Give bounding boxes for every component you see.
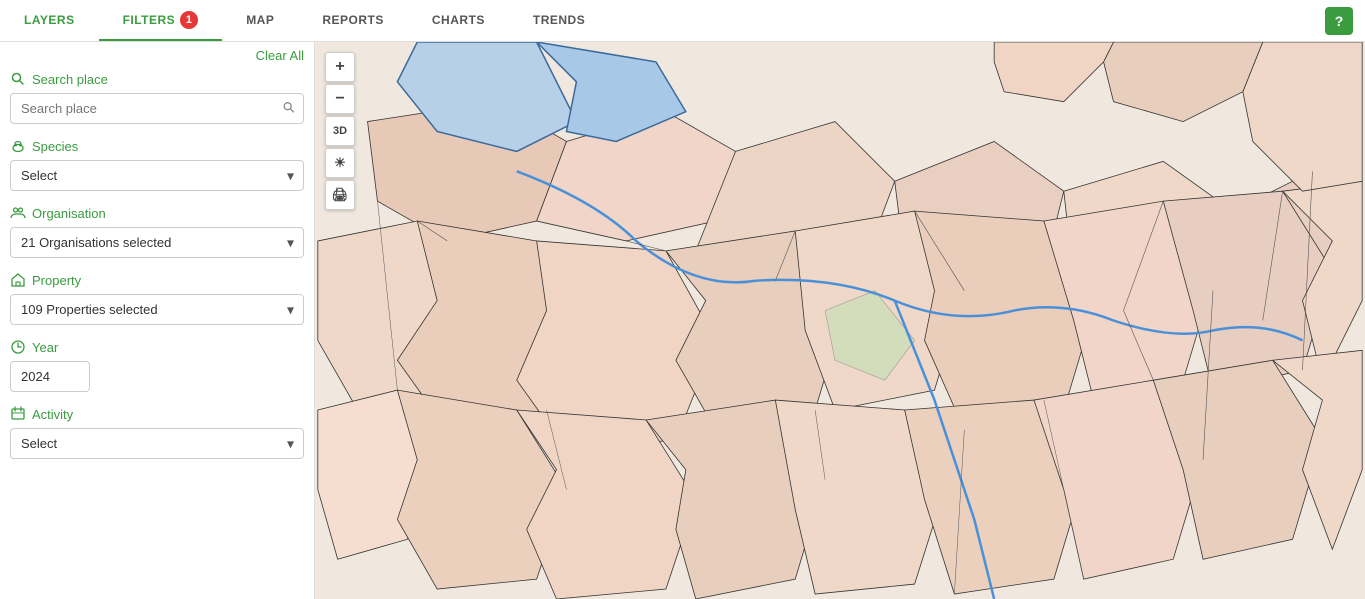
organisation-section: Organisation 21 Organisations selected bbox=[0, 199, 314, 266]
search-place-label: Search place bbox=[10, 71, 304, 87]
species-select[interactable]: Select bbox=[10, 160, 304, 191]
search-place-input[interactable] bbox=[10, 93, 304, 124]
organisation-select[interactable]: 21 Organisations selected bbox=[10, 227, 304, 258]
organisation-select-wrap: 21 Organisations selected bbox=[10, 227, 304, 258]
year-section: Year bbox=[0, 333, 314, 400]
top-navigation: LAYERS FILTERS 1 MAP REPORTS CHARTS TREN… bbox=[0, 0, 1365, 42]
activity-section: Activity Select bbox=[0, 400, 314, 467]
year-icon bbox=[10, 339, 26, 355]
sidebar-top-bar: Clear All bbox=[0, 42, 314, 67]
zoom-out-button[interactable]: − bbox=[325, 84, 355, 114]
activity-select[interactable]: Select bbox=[10, 428, 304, 459]
tab-charts[interactable]: CHARTS bbox=[408, 0, 509, 41]
property-icon bbox=[10, 272, 26, 288]
species-label: Species bbox=[10, 138, 304, 154]
activity-label: Activity bbox=[10, 406, 304, 422]
search-input-wrap bbox=[10, 93, 304, 124]
help-button[interactable]: ? bbox=[1325, 7, 1353, 35]
search-submit-button[interactable] bbox=[282, 100, 296, 117]
search-place-section: Search place bbox=[0, 67, 314, 132]
property-select-wrap: 109 Properties selected bbox=[10, 294, 304, 325]
species-section: Species Select bbox=[0, 132, 314, 199]
species-icon bbox=[10, 138, 26, 154]
organisation-label: Organisation bbox=[10, 205, 304, 221]
tab-trends[interactable]: TRENDS bbox=[509, 0, 609, 41]
print-button[interactable]: 🖨 bbox=[325, 180, 355, 210]
map-controls: + − 3D ☀ 🖨 bbox=[325, 52, 355, 210]
property-select[interactable]: 109 Properties selected bbox=[10, 294, 304, 325]
activity-icon bbox=[10, 406, 26, 422]
year-input[interactable] bbox=[10, 361, 90, 392]
filters-badge: 1 bbox=[180, 11, 198, 29]
species-select-wrap: Select bbox=[10, 160, 304, 191]
tab-map[interactable]: MAP bbox=[222, 0, 298, 41]
clear-all-button[interactable]: Clear All bbox=[256, 48, 304, 63]
light-button[interactable]: ☀ bbox=[325, 148, 355, 178]
activity-select-wrap: Select bbox=[10, 428, 304, 459]
tab-reports[interactable]: REPORTS bbox=[298, 0, 408, 41]
three-d-button[interactable]: 3D bbox=[325, 116, 355, 146]
property-label: Property bbox=[10, 272, 304, 288]
map-svg bbox=[315, 42, 1365, 599]
organisation-icon bbox=[10, 205, 26, 221]
tab-layers[interactable]: LAYERS bbox=[0, 0, 99, 41]
year-label: Year bbox=[10, 339, 304, 355]
map-area[interactable]: + − 3D ☀ 🖨 bbox=[315, 42, 1365, 599]
tab-filters[interactable]: FILTERS 1 bbox=[99, 0, 223, 41]
search-place-icon bbox=[10, 71, 26, 87]
main-content: Clear All Search place bbox=[0, 42, 1365, 599]
sidebar-panel: Clear All Search place bbox=[0, 42, 315, 599]
zoom-in-button[interactable]: + bbox=[325, 52, 355, 82]
property-section: Property 109 Properties selected bbox=[0, 266, 314, 333]
